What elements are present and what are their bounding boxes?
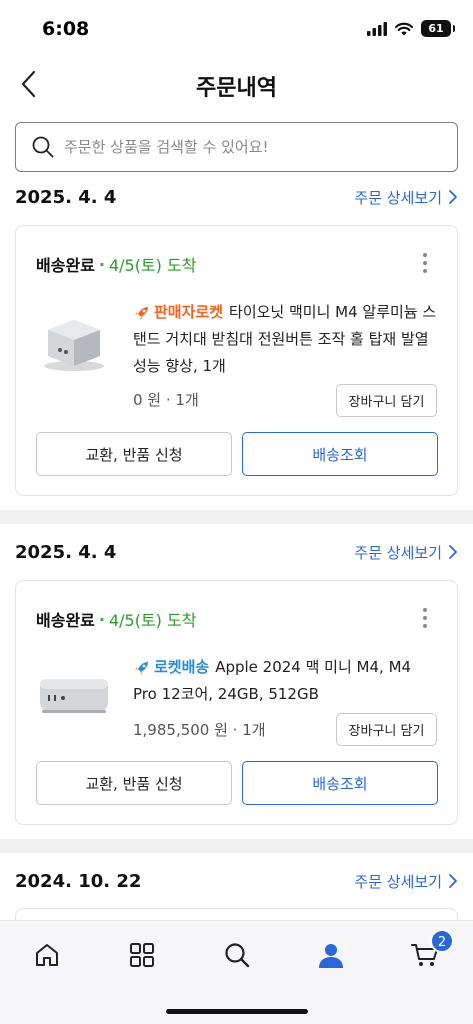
product-image[interactable] [36,306,112,382]
add-to-cart-button[interactable]: 장바구니 담기 [336,384,437,417]
order-search-input[interactable] [64,138,434,156]
delivery-status: 배송완료 · 4/5(토) 도착 [36,252,196,276]
order-detail-link[interactable]: 주문 상세보기 [354,542,458,563]
chevron-right-icon [449,190,457,204]
order-search-box[interactable] [15,122,458,172]
add-to-cart-button[interactable]: 장바구니 담기 [336,713,437,746]
order-detail-link-label: 주문 상세보기 [354,872,442,891]
my-account-icon [319,944,343,968]
order-card: 배송완료 · 4/5(토) 도착 판매자로켓 타이오닛 맥미니 M4 알루미늄 … [15,225,458,496]
home-icon [36,944,58,966]
home-indicator [166,1009,308,1014]
delivery-status: 배송완료 · 4/5(토) 도착 [36,607,196,631]
order-detail-link-label: 주문 상세보기 [354,543,442,562]
order-detail-link[interactable]: 주문 상세보기 [354,871,458,892]
delivery-status-label: 배송완료 [36,256,95,275]
categories-icon [130,943,154,967]
cart-count-badge: 2 [430,929,454,953]
seller-rocket-badge: 판매자로켓 [133,299,223,326]
product-info[interactable]: 판매자로켓 타이오닛 맥미니 M4 알루미늄 스탠드 거치대 받침대 전원버튼 … [133,299,438,380]
exchange-return-button[interactable]: 교환, 반품 신청 [36,432,232,476]
bottom-nav: 2 [0,920,473,1024]
section-divider [0,510,473,524]
badge-label: 로켓배송 [154,658,210,676]
delivery-status-label: 배송완료 [36,611,95,630]
rocket-delivery-badge: 로켓배송 [133,654,209,681]
product-price-qty: 0 원 · 1개 [133,391,199,409]
order-date: 2024. 10. 22 [15,870,142,892]
mac-mini-stand-image [44,320,104,371]
nav-categories[interactable] [122,935,162,975]
delivery-tracking-button[interactable]: 배송조회 [242,761,438,805]
section-divider [0,839,473,853]
status-icons: 61 [367,20,455,37]
rocket-icon [135,306,148,320]
status-time: 6:08 [42,18,90,40]
page-title: 주문내역 [196,76,277,101]
search-icon [225,943,250,968]
order-date-row: 2025. 4. 4 주문 상세보기 [15,182,458,212]
more-options-button[interactable] [415,252,435,274]
order-detail-link[interactable]: 주문 상세보기 [354,187,458,208]
badge-label: 판매자로켓 [154,303,224,321]
mac-mini-image [40,679,108,713]
chevron-right-icon [449,874,457,888]
arrival-date: 4/5(토) 도착 [108,256,197,275]
nav-header: 주문내역 [0,58,473,110]
order-date-row: 2025. 4. 4 주문 상세보기 [15,537,458,567]
order-detail-link-label: 주문 상세보기 [354,188,442,207]
product-info[interactable]: 로켓배송 Apple 2024 맥 미니 M4, M4 Pro 12코어, 24… [133,654,438,708]
chevron-right-icon [449,545,457,559]
order-date: 2025. 4. 4 [15,186,117,208]
more-vertical-icon [423,608,427,628]
search-icon [32,136,54,158]
order-date-row: 2024. 10. 22 주문 상세보기 [15,866,458,896]
nav-home[interactable] [27,935,67,975]
more-options-button[interactable] [415,607,435,629]
delivery-tracking-button[interactable]: 배송조회 [242,432,438,476]
order-date: 2025. 4. 4 [15,541,117,563]
arrival-date: 4/5(토) 도착 [108,611,197,630]
order-card: 배송완료 · 4/5(토) 도착 로켓배송 Apple 2024 맥 미니 M4… [15,580,458,825]
product-image[interactable] [36,655,112,731]
cellular-signal-icon [367,21,387,36]
wifi-icon [395,22,413,35]
status-bar: 6:08 61 [0,0,473,58]
battery-icon: 61 [421,20,455,37]
product-price-qty: 1,985,500 원 · 1개 [133,721,266,739]
rocket-icon [135,661,148,675]
exchange-return-button[interactable]: 교환, 반품 신청 [36,761,232,805]
more-vertical-icon [423,253,427,273]
nav-search[interactable] [217,935,257,975]
nav-my-account[interactable] [311,935,351,975]
